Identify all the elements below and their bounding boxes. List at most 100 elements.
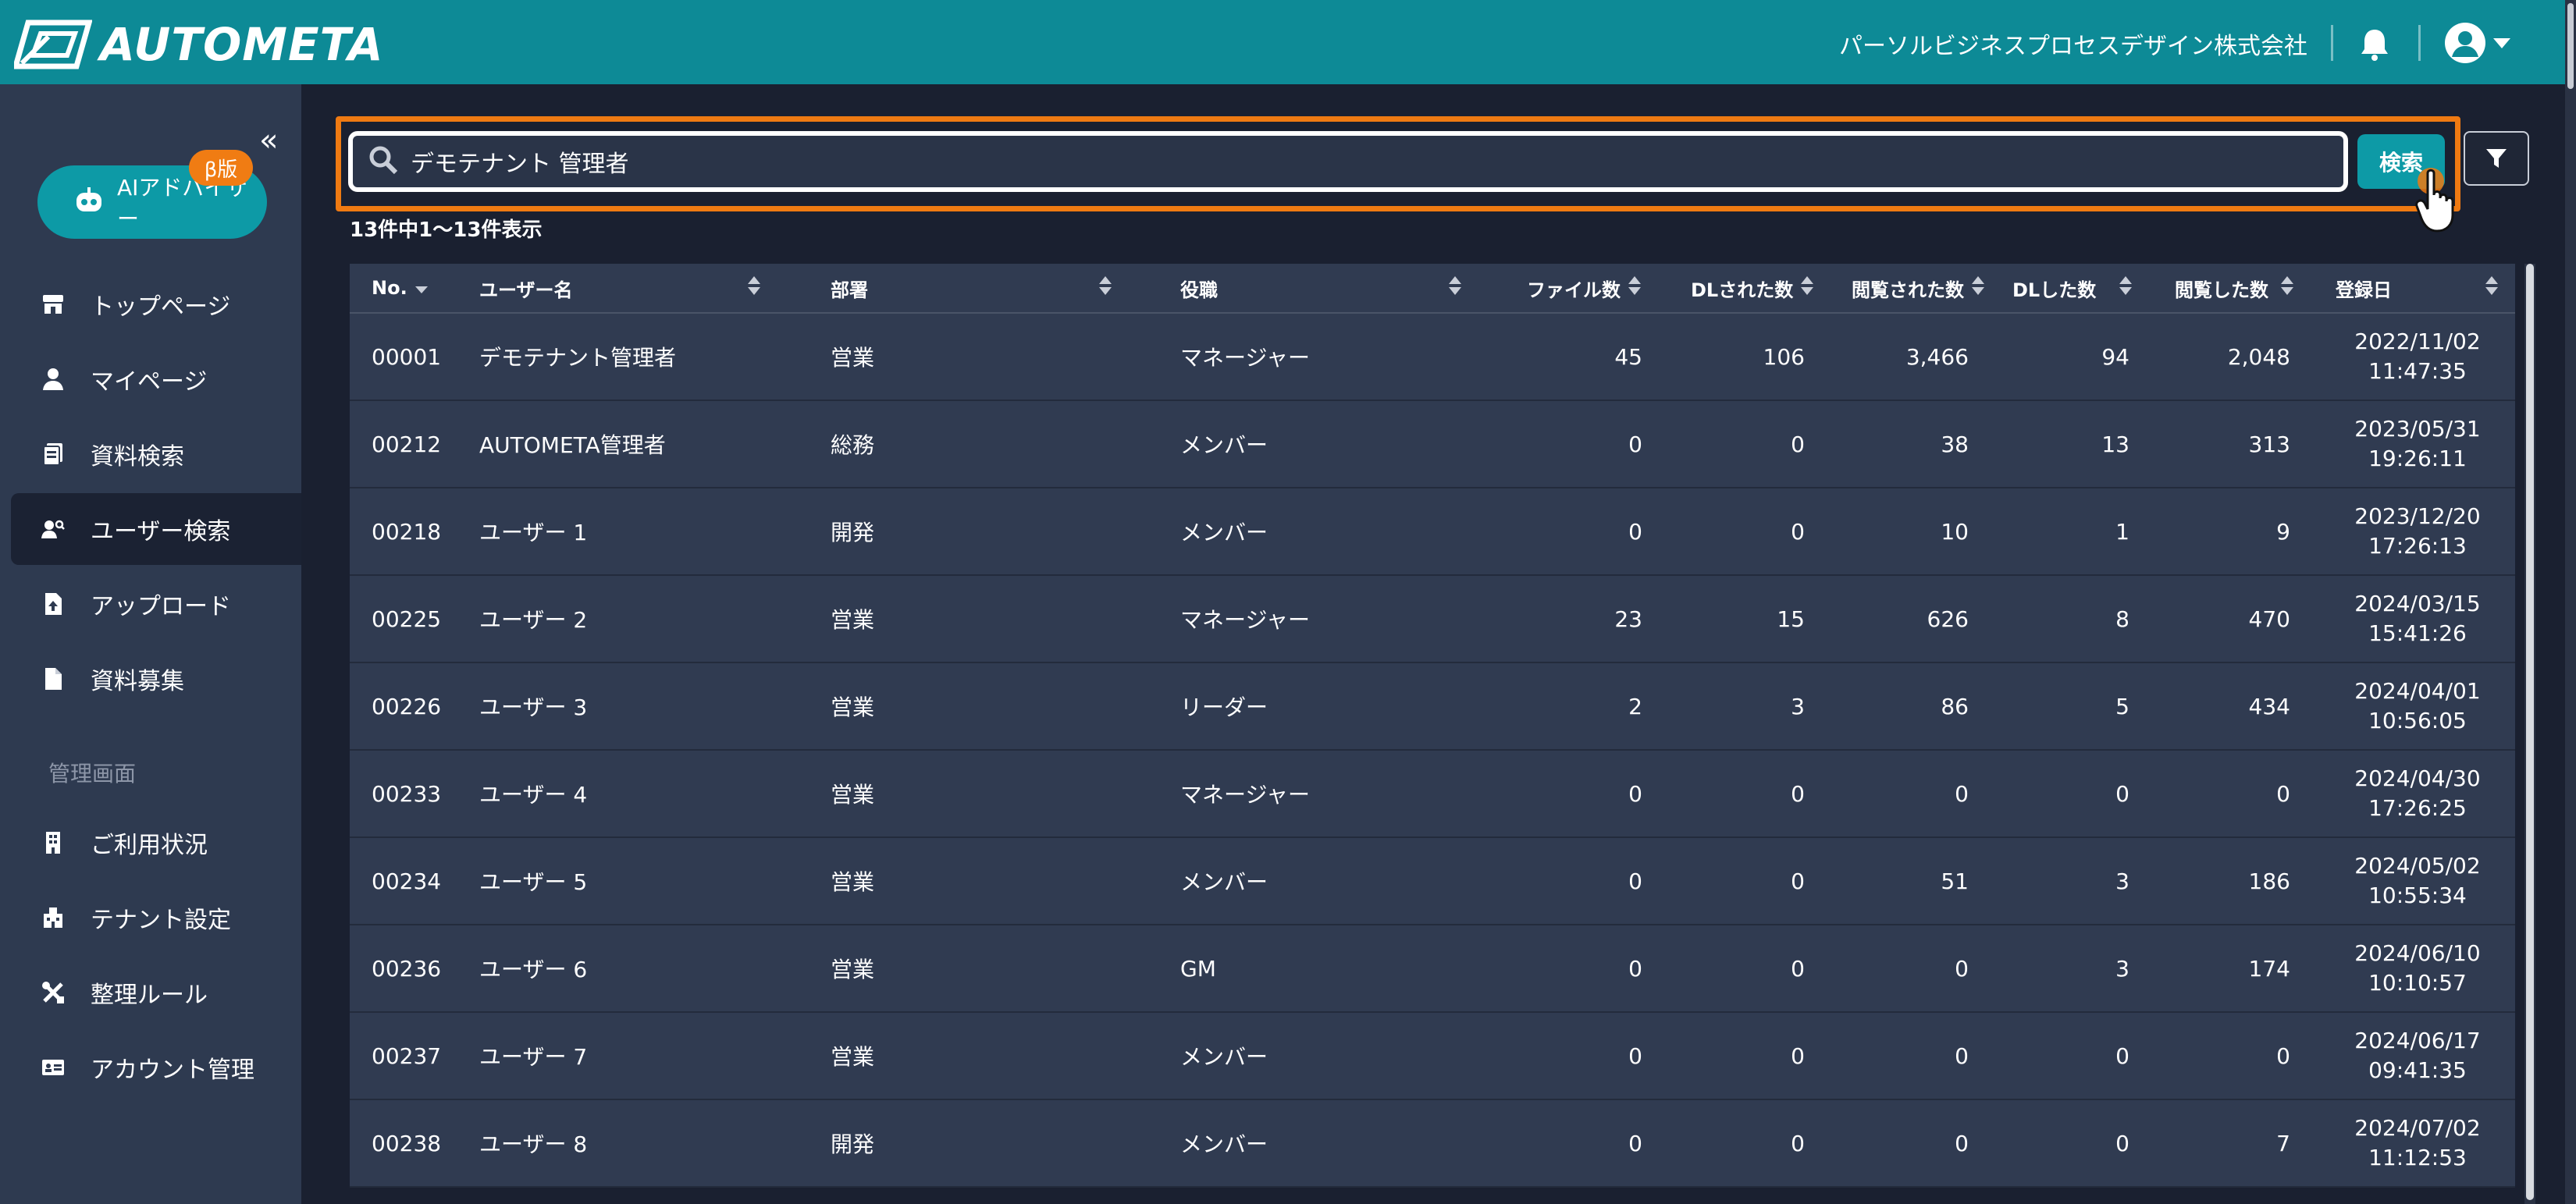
cell-download-made-count: 0: [2115, 1130, 2129, 1156]
table-row[interactable]: 00238 ユーザー 8 開発 メンバー 0 0 0 0 7 2024/07/02 11:12:53: [350, 1100, 2515, 1188]
cell-registered-date: 2024/03/15 15:41:26: [2336, 576, 2500, 662]
cell-user-no: 00234: [372, 868, 442, 894]
cell-department: 営業: [831, 607, 875, 633]
sort-icon[interactable]: [1449, 276, 1461, 300]
column-header-view-made-count[interactable]: 閲覧した数: [2175, 264, 2331, 312]
cell-user-name: ユーザー 3: [479, 694, 588, 720]
table-row[interactable]: 00212 AUTOMETA管理者 総務 メンバー 0 0 38 13 313 2023/05/3…: [350, 401, 2515, 488]
cell-viewed-count: 38: [1941, 431, 1969, 457]
cell-registered-date: 2024/06/17 09:41:35: [2336, 1013, 2500, 1099]
cell-viewed-count: 0: [1955, 1130, 1969, 1156]
registered-date: 2024/05/02: [2354, 853, 2481, 879]
registered-date: 2022/11/02: [2354, 329, 2481, 354]
cell-role: メンバー: [1180, 869, 1268, 895]
cell-department: 開発: [831, 520, 875, 545]
sidebar-item-top-page[interactable]: トップページ: [11, 268, 301, 340]
cell-department: 営業: [831, 957, 875, 982]
cell-download-made-count: 5: [2115, 693, 2129, 719]
cell-downloaded-count: 0: [1791, 518, 1805, 545]
sidebar-item-document-search[interactable]: 資料検索: [11, 418, 301, 490]
cell-role: GM: [1180, 955, 1216, 982]
sort-icon[interactable]: [1801, 276, 1814, 300]
registered-time: 17:26:13: [2368, 533, 2467, 559]
cell-registered-date: 2023/05/31 19:26:11: [2336, 401, 2500, 487]
table-row[interactable]: 00225 ユーザー 2 営業 マネージャー 23 15 626 8 470 2024/03/15…: [350, 576, 2515, 663]
cell-role: メンバー: [1180, 1131, 1268, 1157]
sidebar-item-document-request[interactable]: 資料募集: [11, 643, 301, 715]
cell-registered-date: 2024/07/02 11:12:53: [2336, 1100, 2500, 1186]
table-row[interactable]: 00237 ユーザー 7 営業 メンバー 0 0 0 0 0 2024/06/17 09:41:35: [350, 1013, 2515, 1100]
registered-date: 2024/06/17: [2354, 1028, 2481, 1053]
robot-icon: [73, 186, 105, 219]
table-row[interactable]: 00233 ユーザー 4 営業 マネージャー 0 0 0 0 0 2024/04/30 17:26:…: [350, 751, 2515, 838]
autometa-logo[interactable]: AUTOMETA: [14, 17, 384, 72]
sidebar-item-user-search[interactable]: ユーザー検索: [11, 493, 301, 565]
registered-time: 17:26:25: [2368, 795, 2467, 821]
cell-downloaded-count: 0: [1791, 955, 1805, 982]
cell-download-made-count: 3: [2115, 868, 2129, 894]
column-header-download-made-count[interactable]: DLした数: [2012, 264, 2169, 312]
building-icon: [39, 829, 67, 857]
sort-icon[interactable]: [2485, 276, 2498, 300]
cell-registered-date: 2024/05/02 10:55:34: [2336, 838, 2500, 924]
table-row[interactable]: 00226 ユーザー 3 営業 リーダー 2 3 86 5 434 2024/04/01 10:56…: [350, 663, 2515, 751]
page-scrollbar[interactable]: [2565, 0, 2576, 1204]
column-header-file-count[interactable]: ファイル数: [1527, 264, 1670, 312]
registered-date: 2024/03/15: [2354, 591, 2481, 616]
column-header-department[interactable]: 部署: [831, 264, 1112, 312]
sort-icon[interactable]: [1099, 276, 1112, 300]
table-row[interactable]: 00236 ユーザー 6 営業 GM 0 0 0 3 174 2024/06/10 10:10:57: [350, 925, 2515, 1013]
cell-role: メンバー: [1180, 432, 1268, 458]
cell-view-made-count: 313: [2248, 431, 2290, 457]
sidebar-item-account-management[interactable]: アカウント管理: [11, 1032, 301, 1103]
bell-icon[interactable]: [2359, 27, 2390, 64]
sidebar-item-upload[interactable]: アップロード: [11, 568, 301, 640]
column-header-downloaded-count[interactable]: DLされた数: [1691, 264, 1839, 312]
cell-download-made-count: 0: [2115, 780, 2129, 807]
cell-file-count: 23: [1614, 606, 1642, 632]
table-row[interactable]: 00001 デモテナント管理者 営業 マネージャー 45 106 3,466 94 2,048 2…: [350, 314, 2515, 401]
result-count: 13件中1〜13件表示: [350, 218, 543, 242]
cell-view-made-count: 9: [2276, 518, 2290, 545]
sort-icon[interactable]: [1972, 276, 1984, 300]
cell-registered-date: 2022/11/02 11:47:35: [2336, 314, 2500, 400]
table-row[interactable]: 00234 ユーザー 5 営業 メンバー 0 0 51 3 186 2024/05/02 10:55…: [350, 838, 2515, 925]
company-name: パーソルビジネスプロセスデザイン株式会社: [1839, 33, 2307, 60]
chevron-down-icon[interactable]: [2493, 37, 2510, 52]
table-row[interactable]: 00218 ユーザー 1 開発 メンバー 0 0 10 1 9 2023/12/20 17:26:1…: [350, 488, 2515, 576]
search-box[interactable]: [348, 131, 2348, 192]
sidebar-item-label: アカウント管理: [91, 1057, 254, 1084]
sidebar-item-tenant-settings[interactable]: テナント設定: [11, 882, 301, 954]
registered-time: 10:10:57: [2368, 970, 2467, 996]
registered-date: 2024/06/10: [2354, 940, 2481, 966]
collapse-sidebar-icon[interactable]: «: [259, 125, 278, 156]
column-header-viewed-count[interactable]: 閲覧された数: [1852, 264, 2008, 312]
sort-desc-icon[interactable]: [415, 277, 428, 299]
cell-user-no: 00233: [372, 780, 442, 807]
cell-downloaded-count: 0: [1791, 1130, 1805, 1156]
column-header-no[interactable]: No.: [372, 264, 428, 312]
sort-icon[interactable]: [1628, 276, 1641, 300]
cell-download-made-count: 13: [2101, 431, 2129, 457]
beta-badge: β版: [189, 150, 253, 186]
sort-icon[interactable]: [2119, 276, 2133, 300]
sort-icon[interactable]: [2281, 276, 2293, 300]
cell-file-count: 0: [1628, 868, 1642, 894]
search-input[interactable]: [411, 147, 2284, 176]
cell-user-name: ユーザー 1: [479, 520, 588, 545]
cell-viewed-count: 3,466: [1905, 343, 1969, 370]
registered-date: 2024/04/01: [2354, 678, 2481, 704]
cell-view-made-count: 470: [2248, 606, 2290, 632]
sort-icon[interactable]: [748, 276, 760, 300]
sidebar-item-usage[interactable]: ご利用状況: [11, 807, 301, 879]
column-header-username[interactable]: ユーザー名: [479, 264, 760, 312]
sidebar-item-my-page[interactable]: マイページ: [11, 343, 301, 415]
avatar[interactable]: [2445, 23, 2485, 63]
column-header-registered-date[interactable]: 登録日: [2336, 264, 2498, 312]
cell-user-name: AUTOMETA管理者: [479, 432, 666, 458]
logo-mark-icon: [14, 20, 92, 69]
table-scrollbar[interactable]: [2524, 264, 2535, 1204]
sidebar-item-organize-rules[interactable]: 整理ルール: [11, 957, 301, 1028]
filter-button[interactable]: [2464, 131, 2529, 186]
column-header-role[interactable]: 役職: [1180, 264, 1461, 312]
